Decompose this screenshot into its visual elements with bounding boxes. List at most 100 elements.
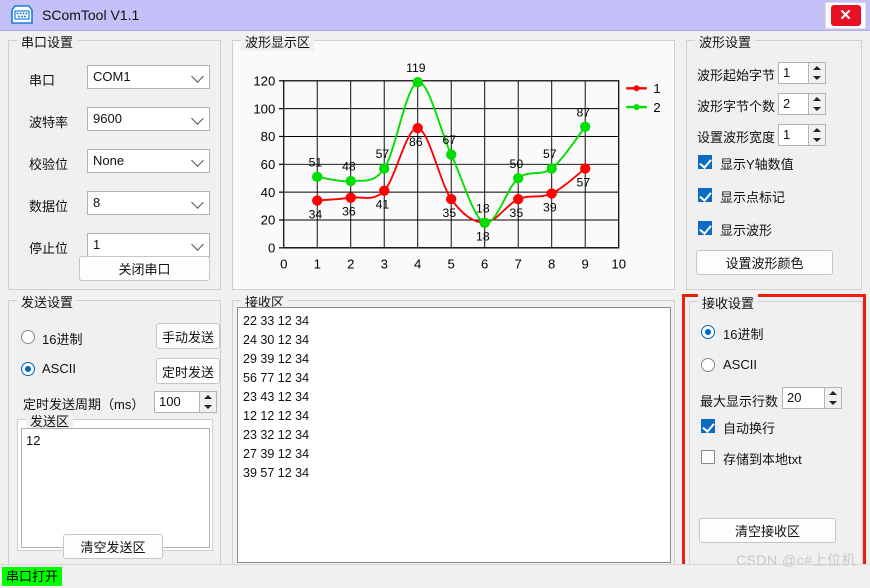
port-select-value: COM1	[93, 69, 131, 84]
y-tick-label: 80	[261, 129, 276, 144]
send-period-value: 100	[159, 394, 181, 409]
receive-hex-label: 16进制	[723, 327, 764, 342]
serial-settings-legend: 串口设置	[17, 32, 78, 51]
status-bar: 串口打开	[0, 564, 870, 588]
x-tick-label: 4	[414, 256, 421, 271]
point-label: 35	[443, 206, 457, 220]
send-hex-radio[interactable]	[21, 330, 35, 344]
point-label: 18	[476, 230, 490, 244]
wave-width-stepper[interactable]: 1	[778, 124, 826, 146]
save-local-checkbox[interactable]	[701, 450, 715, 464]
x-tick-label: 6	[481, 256, 488, 271]
close-button[interactable]: ✕	[825, 2, 866, 29]
title-bar: SComTool V1.1 ✕	[0, 0, 870, 31]
manual-send-button[interactable]: 手动发送	[156, 323, 220, 349]
send-period-stepper[interactable]: 100	[154, 391, 217, 413]
byte-count-label: 波形字节个数	[697, 99, 776, 114]
y-tick-label: 60	[261, 157, 276, 172]
port-status-badge: 串口打开	[2, 567, 63, 586]
byte-count-spin-buttons[interactable]	[808, 94, 825, 114]
x-tick-label: 3	[381, 256, 388, 271]
port-select[interactable]: COM1	[87, 65, 210, 89]
set-wave-color-button[interactable]: 设置波形颜色	[696, 250, 833, 275]
show-point-marks-label: 显示点标记	[720, 190, 786, 205]
databits-select[interactable]: 8	[87, 191, 210, 215]
receive-hex-radio[interactable]	[701, 325, 715, 339]
point-label: 34	[309, 207, 323, 221]
y-tick-label: 40	[261, 185, 276, 200]
x-tick-label: 5	[448, 256, 455, 271]
receive-settings-legend: 接收设置	[698, 293, 759, 312]
send-settings-group: 发送设置 16进制 ASCII 手动发送 定时发送 定时发送周期（ms） 100…	[8, 292, 221, 568]
point-label: 39	[543, 200, 557, 214]
baudrate-select-value: 9600	[93, 111, 122, 126]
save-local-label: 存储到本地txt	[723, 452, 802, 467]
timed-send-button[interactable]: 定时发送	[156, 358, 220, 384]
receive-area-group: 接收区 22 33 12 34 24 30 12 34 29 39 12 34 56 …	[232, 292, 675, 568]
receive-line: 56 77 12 34	[243, 371, 310, 385]
stopbits-select[interactable]: 1	[87, 233, 210, 257]
show-waveform-checkbox[interactable]	[698, 221, 712, 235]
data-point	[546, 188, 557, 199]
baudrate-select[interactable]: 9600	[87, 107, 210, 131]
data-point	[412, 77, 423, 88]
receive-line: 12 12 12 34	[243, 409, 310, 423]
y-tick-label: 100	[253, 101, 275, 116]
point-label: 57	[577, 175, 591, 189]
show-y-values-label: 显示Y轴数值	[720, 157, 794, 172]
receive-textarea[interactable]: 22 33 12 34 24 30 12 34 29 39 12 34 56 77 1…	[237, 307, 671, 563]
receive-ascii-radio[interactable]	[701, 358, 715, 372]
point-label: 41	[376, 198, 390, 212]
data-point	[312, 171, 323, 182]
legend-marker	[633, 85, 640, 92]
chevron-down-icon	[191, 196, 204, 209]
parity-select[interactable]: None	[87, 149, 210, 173]
wave-width-label: 设置波形宽度	[697, 130, 776, 145]
point-label: 87	[577, 105, 591, 119]
start-byte-label: 波形起始字节	[697, 68, 776, 83]
send-settings-legend: 发送设置	[17, 292, 78, 311]
show-point-marks-checkbox[interactable]	[698, 188, 712, 202]
clear-send-button[interactable]: 清空发送区	[63, 534, 163, 559]
receive-line: 22 33 12 34	[243, 314, 310, 328]
wave-settings-group: 波形设置 波形起始字节 1 波形字节个数 2 设置波形宽度 1 显示Y轴数值 显…	[686, 32, 862, 290]
close-port-button[interactable]: 关闭串口	[79, 256, 210, 281]
clear-receive-button[interactable]: 清空接收区	[699, 518, 836, 543]
data-point	[379, 163, 390, 174]
send-period-spin-buttons[interactable]	[199, 392, 216, 412]
chevron-down-icon	[191, 154, 204, 167]
parity-label: 校验位	[29, 157, 69, 172]
send-ascii-radio[interactable]	[21, 362, 35, 376]
point-label: 51	[309, 156, 323, 170]
data-point	[580, 121, 591, 132]
legend-label: 2	[653, 100, 660, 115]
show-y-values-checkbox[interactable]	[698, 155, 712, 169]
receive-ascii-label: ASCII	[723, 357, 757, 372]
serial-settings-group: 串口设置 串口 COM1 波特率 9600 校验位 None 数据位 8 停止位…	[8, 32, 221, 290]
send-hex-label: 16进制	[42, 332, 83, 347]
max-lines-value: 20	[787, 390, 802, 405]
data-point	[345, 192, 356, 203]
data-point	[479, 217, 490, 228]
data-point	[312, 195, 323, 206]
point-label: 50	[510, 157, 524, 171]
receive-line: 27 39 12 34	[243, 447, 310, 461]
auto-wrap-checkbox[interactable]	[701, 419, 715, 433]
max-lines-stepper[interactable]: 20	[782, 387, 842, 409]
send-textarea[interactable]: 12	[21, 428, 210, 548]
data-point	[379, 185, 390, 196]
y-tick-label: 0	[268, 241, 275, 256]
stopbits-select-value: 1	[93, 237, 101, 252]
receive-line: 23 43 12 34	[243, 390, 310, 404]
wave-width-value: 1	[783, 127, 791, 142]
receive-settings-highlight: 接收设置 16进制 ASCII 最大显示行数 20 自动换行 存储到本地txt …	[682, 293, 866, 576]
wave-settings-legend: 波形设置	[695, 32, 756, 51]
wave-width-spin-buttons[interactable]	[808, 125, 825, 145]
data-point	[446, 193, 457, 205]
max-lines-spin-buttons[interactable]	[824, 388, 841, 408]
start-byte-spin-buttons[interactable]	[808, 63, 825, 83]
databits-label: 数据位	[29, 199, 69, 214]
byte-count-stepper[interactable]: 2	[778, 93, 826, 115]
start-byte-stepper[interactable]: 1	[778, 62, 826, 84]
serial-port-icon	[9, 4, 35, 26]
